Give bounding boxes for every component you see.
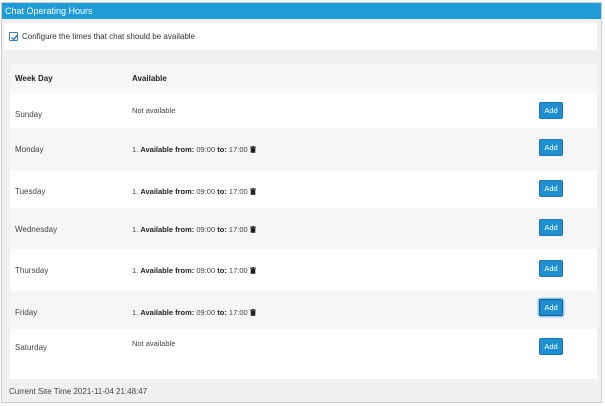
- to-label: to:: [217, 308, 227, 317]
- trash-icon[interactable]: [249, 267, 256, 276]
- add-slot-button[interactable]: Add: [539, 338, 563, 355]
- to-label: to:: [217, 187, 227, 196]
- table-row: Thursday 1. Available from: 09:00 to: 17:…: [10, 249, 597, 291]
- slot-index: 1.: [132, 266, 139, 275]
- to-time: 17:00: [228, 266, 248, 275]
- to-time: 17:00: [228, 225, 248, 234]
- to-time: 17:00: [228, 308, 248, 317]
- table-header: Week Day Available: [10, 64, 597, 93]
- footer: Current Site Time 2021-11-04 21:48:47: [4, 381, 597, 401]
- site-time-value: 2021-11-04 21:48:47: [73, 387, 148, 396]
- table-row: Sunday Not available Add: [10, 93, 597, 128]
- slot-index: 1.: [132, 145, 139, 154]
- table-row: Saturday Not available Add: [10, 329, 597, 379]
- add-slot-button[interactable]: Add: [539, 139, 563, 156]
- slot-index: 1.: [132, 187, 139, 196]
- header-week-day: Week Day: [15, 74, 53, 83]
- day-name: Saturday: [15, 343, 48, 352]
- add-slot-button[interactable]: Add: [539, 180, 563, 197]
- to-time: 17:00: [228, 187, 248, 196]
- add-slot-button[interactable]: Add: [539, 102, 563, 119]
- table-row: Monday 1. Available from: 09:00 to: 17:00…: [10, 128, 597, 170]
- table-row: Tuesday 1. Available from: 09:00 to: 17:0…: [10, 170, 597, 208]
- checkmark-icon: [11, 34, 18, 41]
- from-time: 09:00: [196, 308, 216, 317]
- availability-slot: 1. Available from: 09:00 to: 17:00: [132, 187, 256, 197]
- day-name: Monday: [15, 145, 44, 154]
- availability-slot: 1. Available from: 09:00 to: 17:00: [132, 145, 256, 155]
- from-label: Available from:: [140, 225, 195, 234]
- day-name: Tuesday: [15, 187, 46, 196]
- configure-times-label: Configure the times that chat should be …: [22, 32, 195, 41]
- site-time-text: Current Site Time 2021-11-04 21:48:47: [9, 387, 147, 396]
- day-name: Sunday: [15, 110, 43, 119]
- from-label: Available from:: [140, 145, 195, 154]
- from-label: Available from:: [140, 187, 195, 196]
- availability-slot: 1. Available from: 09:00 to: 17:00: [132, 266, 256, 276]
- not-available-text: Not available: [132, 339, 176, 348]
- from-time: 09:00: [196, 145, 216, 154]
- slot-index: 1.: [132, 225, 139, 234]
- from-time: 09:00: [196, 187, 216, 196]
- header-available: Available: [132, 74, 167, 83]
- chat-operating-hours-panel: Chat Operating Hours Configure the times…: [1, 2, 602, 403]
- table-row: Wednesday 1. Available from: 09:00 to: 17…: [10, 208, 597, 249]
- availability-slot: 1. Available from: 09:00 to: 17:00: [132, 225, 256, 235]
- table-row: Friday 1. Available from: 09:00 to: 17:00…: [10, 291, 597, 329]
- to-time: 17:00: [228, 145, 248, 154]
- day-name: Thursday: [15, 266, 49, 275]
- panel-title: Chat Operating Hours: [2, 3, 601, 19]
- to-label: to:: [217, 225, 227, 234]
- trash-icon[interactable]: [249, 188, 256, 197]
- to-label: to:: [217, 145, 227, 154]
- from-label: Available from:: [140, 266, 195, 275]
- add-slot-button[interactable]: Add: [539, 260, 563, 277]
- day-name: Wednesday: [15, 225, 58, 234]
- add-slot-button[interactable]: Add: [539, 299, 563, 316]
- from-time: 09:00: [196, 266, 216, 275]
- trash-icon[interactable]: [249, 146, 256, 155]
- availability-slot: 1. Available from: 09:00 to: 17:00: [132, 308, 256, 318]
- not-available-text: Not available: [132, 106, 176, 115]
- to-label: to:: [217, 266, 227, 275]
- slot-index: 1.: [132, 308, 139, 317]
- configure-times-checkbox[interactable]: [9, 32, 18, 41]
- from-time: 09:00: [196, 225, 216, 234]
- trash-icon[interactable]: [249, 309, 256, 318]
- add-slot-button[interactable]: Add: [539, 219, 563, 236]
- day-name: Friday: [15, 308, 38, 317]
- from-label: Available from:: [140, 308, 195, 317]
- config-row: Configure the times that chat should be …: [4, 23, 597, 50]
- trash-icon[interactable]: [249, 226, 256, 235]
- site-time-label: Current Site Time: [9, 387, 72, 396]
